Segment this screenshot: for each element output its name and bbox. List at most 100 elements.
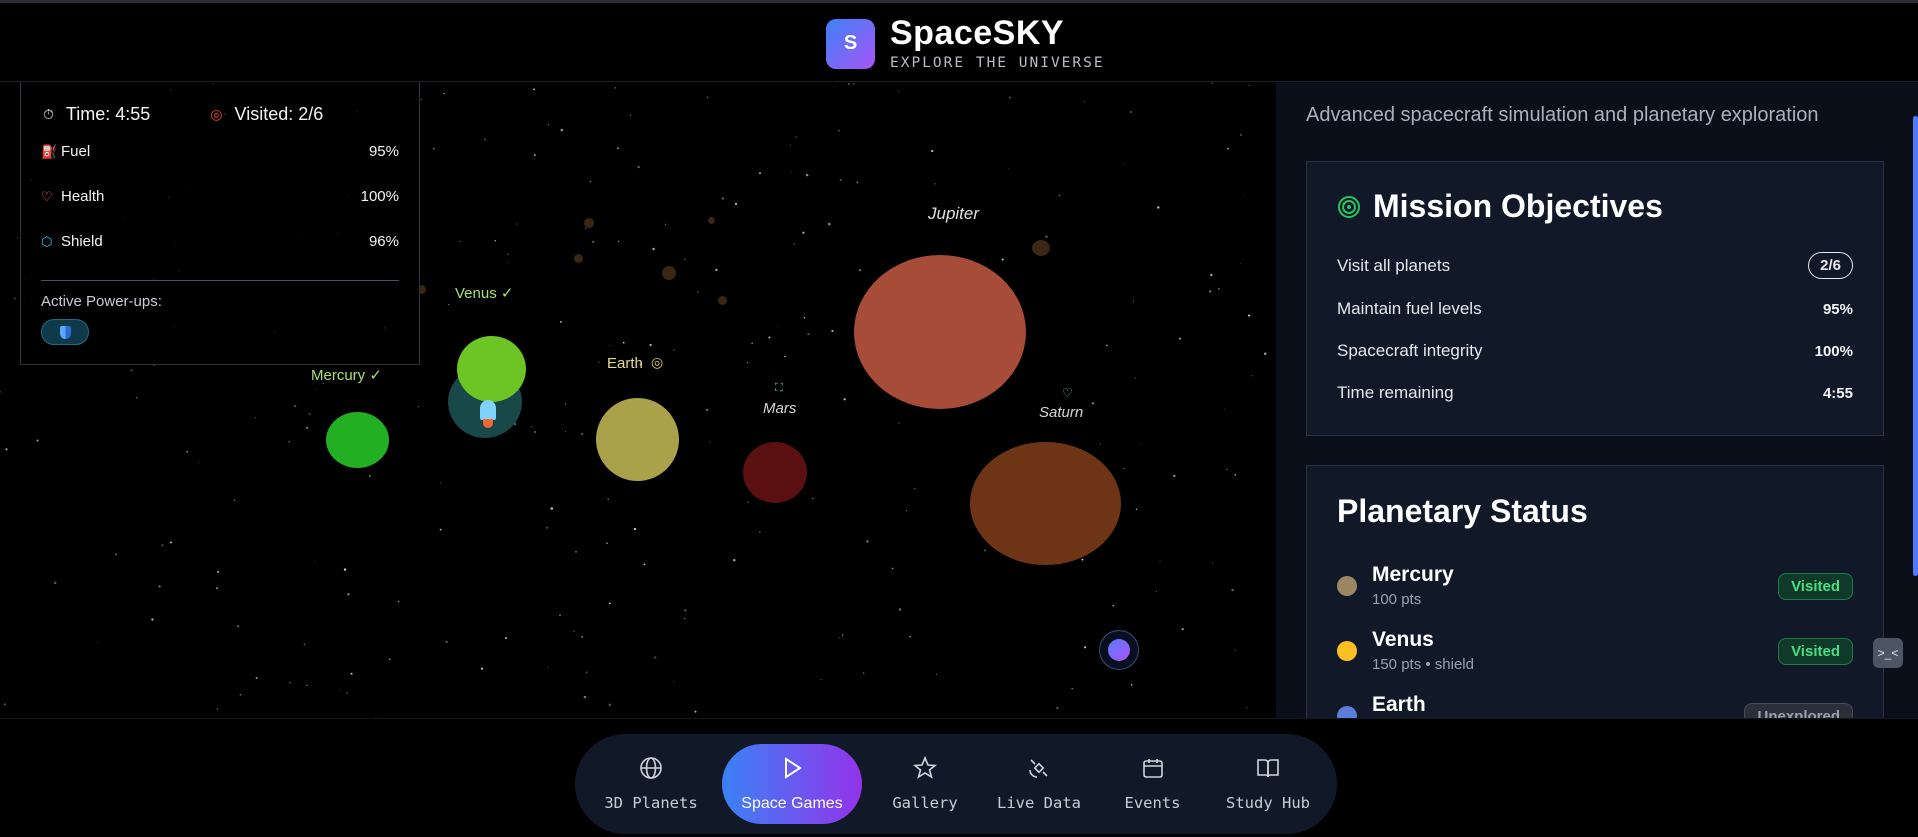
planet-color-dot [1337, 641, 1357, 661]
star [439, 528, 442, 531]
star [580, 432, 584, 436]
floating-action-button[interactable]: >_< [1873, 638, 1903, 668]
star [697, 291, 699, 293]
star [1234, 649, 1236, 651]
spaceship[interactable] [480, 400, 496, 420]
objective-progress-badge: 2/6 [1808, 252, 1853, 279]
planet-label-mercury: Mercury ✓ [311, 367, 382, 384]
star [314, 561, 316, 563]
asteroid [1032, 240, 1050, 256]
hud-stat-shield: ⬡ Shield 96% [41, 233, 399, 250]
divider [41, 280, 399, 281]
star [984, 549, 987, 552]
star [504, 637, 508, 640]
star [629, 114, 632, 116]
star [1226, 468, 1228, 471]
star [559, 614, 561, 617]
asteroid [584, 218, 594, 228]
star [853, 83, 855, 85]
planet-status-row[interactable]: Venus 150 pts • shield Visited [1337, 626, 1853, 676]
objective-row: Visit all planets 2/6 [1337, 252, 1853, 279]
star [706, 408, 709, 411]
planet-earth[interactable] [596, 398, 679, 481]
star [778, 325, 780, 327]
planet-status-row[interactable]: Mercury 100 pts Visited [1337, 561, 1853, 611]
star [622, 341, 625, 344]
objective-row: Maintain fuel levels 95% [1337, 299, 1853, 318]
planet-label-saturn: Saturn [1039, 404, 1084, 421]
planet-mars[interactable] [743, 442, 807, 503]
star [617, 240, 620, 243]
star [838, 637, 840, 639]
fuel-icon: ⛽ [41, 143, 58, 159]
star [1081, 558, 1084, 561]
star [339, 689, 341, 691]
star [506, 253, 509, 256]
star [135, 396, 138, 399]
hud-visited: Visited: 2/6 [234, 104, 324, 124]
star [161, 544, 164, 547]
star [1263, 352, 1267, 355]
star [606, 542, 608, 544]
star [1218, 287, 1220, 290]
planet-status-row[interactable]: Earth Unexplored [1337, 691, 1853, 718]
star [432, 147, 435, 150]
star [831, 329, 834, 332]
star [533, 431, 536, 433]
star [898, 422, 900, 424]
heart-icon: ♡ [41, 188, 53, 204]
star [1083, 101, 1085, 103]
star [115, 553, 118, 556]
star [1248, 314, 1251, 317]
star [793, 243, 795, 245]
planet-saturn[interactable] [970, 442, 1121, 565]
planet-venus[interactable] [457, 336, 526, 402]
star [715, 268, 718, 272]
planet-label-mars: Mars [763, 400, 797, 417]
nav-gallery[interactable]: Gallery [875, 744, 975, 824]
star [1157, 206, 1160, 209]
star [1132, 300, 1135, 302]
nav-live-data[interactable]: Live Data [988, 744, 1090, 824]
planet-jupiter[interactable] [854, 255, 1026, 409]
book-icon [1256, 756, 1280, 784]
star [1251, 375, 1253, 377]
star [909, 635, 911, 638]
brand[interactable]: S SpaceSKY EXPLORE THE UNIVERSE [826, 16, 1105, 71]
star [506, 262, 508, 263]
star [1223, 408, 1225, 410]
star [1071, 687, 1073, 690]
star [417, 406, 419, 408]
planet-label-venus: Venus ✓ [455, 285, 514, 302]
planet-mercury[interactable] [326, 412, 389, 468]
star [1209, 290, 1212, 293]
nav-events[interactable]: Events [1105, 744, 1200, 824]
star [1178, 337, 1182, 340]
star [684, 609, 687, 612]
star [585, 227, 587, 229]
star [652, 247, 655, 251]
star [1181, 628, 1184, 631]
star [608, 703, 612, 707]
objectives-title: Mission Objectives [1373, 188, 1663, 224]
star [633, 527, 637, 531]
nav-study-hub[interactable]: Study Hub [1215, 744, 1321, 824]
star [550, 507, 554, 510]
star [866, 540, 869, 543]
star [1227, 147, 1229, 150]
star [1246, 706, 1248, 709]
star [751, 342, 753, 344]
mission-objectives-card: Mission Objectives Visit all planets 2/6… [1306, 161, 1884, 436]
nav-3d-planets[interactable]: 3D Planets [595, 744, 707, 824]
star [547, 666, 549, 669]
star [13, 297, 16, 300]
star [439, 482, 441, 484]
scrollbar[interactable] [1913, 116, 1918, 576]
star [856, 181, 859, 184]
star [733, 558, 736, 562]
shield-icon: ⬡ [41, 233, 53, 249]
star [1106, 344, 1108, 347]
star [746, 362, 748, 364]
nav-space-games[interactable]: Space Games [722, 744, 862, 824]
asteroid [708, 217, 715, 224]
